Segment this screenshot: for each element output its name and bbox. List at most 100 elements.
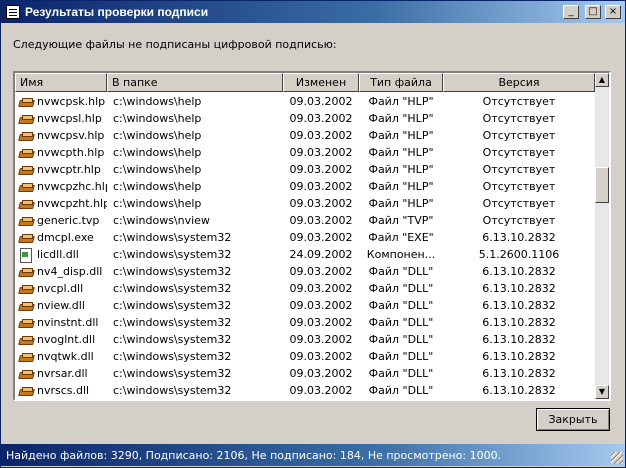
cell-folder: c:\windows\help <box>113 163 202 176</box>
cell-modified: 09.03.2002 <box>289 367 353 380</box>
file-name: nvwcpsk.hlp <box>37 95 106 108</box>
cell-folder: c:\windows\system32 <box>113 299 232 312</box>
cell-type: Файл "DLL" <box>368 350 434 363</box>
cell-name: nvwcpzht.hlp <box>15 195 107 212</box>
cell-version: 6.13.10.2832 <box>482 231 556 244</box>
cell-type: Файл "EXE" <box>368 231 434 244</box>
cell-version: Отсутствует <box>482 112 556 125</box>
cell-type: Файл "TVP" <box>368 214 434 227</box>
book-icon <box>19 114 33 124</box>
table-row[interactable]: nvwcpth.hlp c:\windows\help 09.03.2002 Файл… <box>15 144 595 161</box>
cell-modified: 09.03.2002 <box>289 214 353 227</box>
cell-type: Файл "HLP" <box>368 197 434 210</box>
table-row[interactable]: nvwcpzhc.hlp c:\windows\help 09.03.2002 Фай… <box>15 178 595 195</box>
cell-modified: 09.03.2002 <box>289 95 353 108</box>
book-icon <box>19 352 33 362</box>
unsigned-files-list[interactable]: Имя В папке Изменен Тип файла Версия nvw… <box>13 71 611 401</box>
list-header: Имя В папке Изменен Тип файла Версия <box>15 73 595 92</box>
cell-modified: 09.03.2002 <box>289 265 353 278</box>
cell-name: generic.tvp <box>15 212 107 229</box>
cell-type: Файл "DLL" <box>368 299 434 312</box>
cell-modified: 09.03.2002 <box>289 146 353 159</box>
cell-version: 6.13.10.2832 <box>482 299 556 312</box>
cell-version: 6.13.10.2832 <box>482 367 556 380</box>
minimize-button[interactable]: _ <box>563 5 579 19</box>
cell-version: Отсутствует <box>482 146 556 159</box>
file-name: nvwcpsl.hlp <box>37 112 102 125</box>
window-title: Результаты проверки подписи <box>25 5 209 19</box>
cell-type: Файл "DLL" <box>368 384 434 397</box>
cell-name: nvrscs.dll <box>15 382 107 399</box>
file-name: generic.tvp <box>37 214 100 227</box>
cell-folder: c:\windows\help <box>113 129 202 142</box>
cell-type: Файл "HLP" <box>368 95 434 108</box>
file-name: nvwcpzht.hlp <box>37 197 107 210</box>
table-row[interactable]: nvwcpzht.hlp c:\windows\help 09.03.2002 Фай… <box>15 195 595 212</box>
close-window-button[interactable]: × <box>605 5 621 19</box>
book-icon <box>19 182 33 192</box>
table-row[interactable]: nvqtwk.dll c:\windows\system32 09.03.2002 Ф… <box>15 348 595 365</box>
table-row[interactable]: nvoglnt.dll c:\windows\system32 09.03.2002… <box>15 331 595 348</box>
column-header-type[interactable]: Тип файла <box>359 73 443 92</box>
file-name: nvwcpth.hlp <box>37 146 105 159</box>
resize-grip-icon[interactable] <box>611 452 623 464</box>
file-name: nvrsar.dll <box>37 367 88 380</box>
signature-results-window: Результаты проверки подписи _ □ × Следую… <box>0 0 626 468</box>
table-row[interactable]: nv4_disp.dll c:\windows\system32 09.03.200… <box>15 263 595 280</box>
table-row[interactable]: nvinstnt.dll c:\windows\system32 09.03.200… <box>15 314 595 331</box>
cell-modified: 09.03.2002 <box>289 282 353 295</box>
cell-folder: c:\windows\nview <box>113 214 210 227</box>
cell-name: licdll.dll <box>15 246 107 263</box>
table-row[interactable]: nvwcpsk.hlp c:\windows\help 09.03.2002 Файл… <box>15 93 595 110</box>
table-row[interactable]: generic.tvp c:\windows\nview 09.03.2002 Фай… <box>15 212 595 229</box>
table-row[interactable]: nvrsar.dll c:\windows\system32 09.03.2002 Ф… <box>15 365 595 382</box>
cell-folder: c:\windows\help <box>113 180 202 193</box>
scroll-thumb[interactable] <box>595 167 609 203</box>
book-icon <box>19 165 33 175</box>
table-row[interactable]: licdll.dll c:\windows\system32 24.09.2002 К… <box>15 246 595 263</box>
cell-version: 6.13.10.2832 <box>482 384 556 397</box>
column-header-modified[interactable]: Изменен <box>283 73 359 92</box>
cell-modified: 09.03.2002 <box>289 129 353 142</box>
vertical-scrollbar[interactable]: ▲ ▼ <box>595 73 609 399</box>
doc-icon <box>19 247 33 263</box>
cell-modified: 09.03.2002 <box>289 180 353 193</box>
cell-folder: c:\windows\system32 <box>113 333 232 346</box>
cell-version: Отсутствует <box>482 129 556 142</box>
cell-folder: c:\windows\system32 <box>113 316 232 329</box>
book-icon <box>19 335 33 345</box>
file-name: nvinstnt.dll <box>37 316 99 329</box>
file-name: dmcpl.exe <box>37 231 94 244</box>
cell-folder: c:\windows\help <box>113 197 202 210</box>
column-header-folder[interactable]: В папке <box>107 73 283 92</box>
book-icon <box>19 97 33 107</box>
scroll-down-icon[interactable]: ▼ <box>595 385 609 399</box>
file-name: nvqtwk.dll <box>37 350 94 363</box>
file-name: nv4_disp.dll <box>37 265 103 278</box>
column-header-name[interactable]: Имя <box>15 73 107 92</box>
scroll-up-icon[interactable]: ▲ <box>595 73 609 87</box>
cell-modified: 24.09.2002 <box>289 248 353 261</box>
cell-name: nvwcptr.hlp <box>15 161 107 178</box>
cell-type: Файл "HLP" <box>368 129 434 142</box>
table-row[interactable]: nvcpl.dll c:\windows\system32 09.03.2002 Фа… <box>15 280 595 297</box>
column-header-version[interactable]: Версия <box>443 73 595 92</box>
table-row[interactable]: dmcpl.exe c:\windows\system32 09.03.2002 Фа… <box>15 229 595 246</box>
book-icon <box>19 233 33 243</box>
cell-type: Файл "HLP" <box>368 146 434 159</box>
cell-version: 6.13.10.2832 <box>482 350 556 363</box>
table-row[interactable]: nvwcpsl.hlp c:\windows\help 09.03.2002 Файл… <box>15 110 595 127</box>
table-row[interactable]: nvwcptr.hlp c:\windows\help 09.03.2002 Файл… <box>15 161 595 178</box>
cell-modified: 09.03.2002 <box>289 384 353 397</box>
file-name: nvoglnt.dll <box>37 333 96 346</box>
title-bar[interactable]: Результаты проверки подписи _ □ × <box>1 1 625 23</box>
table-row[interactable]: nvrscs.dll c:\windows\system32 09.03.2002 Ф… <box>15 382 595 399</box>
table-row[interactable]: nview.dll c:\windows\system32 09.03.2002 Фа… <box>15 297 595 314</box>
table-row[interactable]: nvwcpsv.hlp c:\windows\help 09.03.2002 Файл… <box>15 127 595 144</box>
cell-version: 6.13.10.2832 <box>482 282 556 295</box>
book-icon <box>19 148 33 158</box>
close-button[interactable]: Закрыть <box>536 408 610 431</box>
cell-name: nvwcpsv.hlp <box>15 127 107 144</box>
cell-folder: c:\windows\system32 <box>113 231 232 244</box>
maximize-button[interactable]: □ <box>585 5 601 19</box>
